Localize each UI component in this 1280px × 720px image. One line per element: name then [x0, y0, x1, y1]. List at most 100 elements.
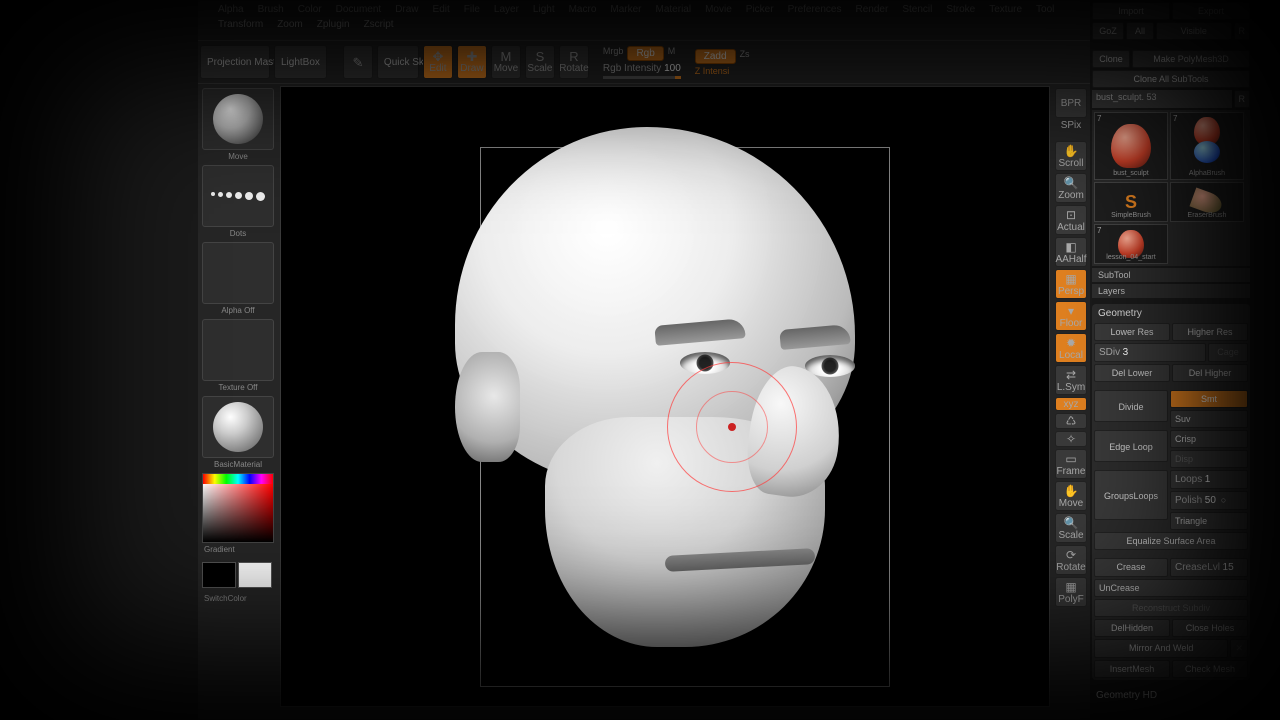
- menu-preferences[interactable]: Preferences: [788, 4, 842, 15]
- z-intensity-slider[interactable]: Z Intensi: [695, 66, 750, 76]
- gradient-label[interactable]: Gradient: [202, 545, 274, 554]
- nav-scale-button[interactable]: 🔍Scale: [1055, 513, 1087, 543]
- import-button[interactable]: Import: [1092, 2, 1170, 20]
- mrgb-toggle[interactable]: Mrgb: [603, 46, 624, 61]
- menu-color[interactable]: Color: [298, 4, 322, 15]
- menu-edit[interactable]: Edit: [433, 4, 450, 15]
- zoom-button[interactable]: 🔍Zoom: [1055, 173, 1087, 203]
- smt-toggle[interactable]: Smt: [1170, 390, 1248, 408]
- creaselvl-slider[interactable]: CreaseLvl 15: [1170, 558, 1248, 577]
- goz-visible-button[interactable]: Visible: [1156, 22, 1232, 40]
- menu-transform[interactable]: Transform: [218, 19, 263, 30]
- checkmesh-button[interactable]: Check Mesh: [1172, 660, 1248, 678]
- aahalf-button[interactable]: ◧AAHalf: [1055, 237, 1087, 267]
- menu-material[interactable]: Material: [656, 4, 692, 15]
- lower-res-button[interactable]: Lower Res: [1094, 323, 1170, 341]
- bpr-button[interactable]: BPR: [1055, 88, 1087, 118]
- rotate-button[interactable]: RRotate: [559, 45, 589, 79]
- menu-render[interactable]: Render: [856, 4, 889, 15]
- mirror-axis-icon[interactable]: ✕: [1230, 639, 1248, 658]
- reconstruct-button[interactable]: Reconstruct Subdiv: [1094, 599, 1248, 617]
- color-swatches[interactable]: [202, 562, 274, 588]
- zadd-toggle[interactable]: Zadd: [695, 49, 736, 64]
- clone-button[interactable]: Clone: [1092, 50, 1130, 68]
- material-thumb[interactable]: [202, 396, 274, 458]
- menu-brush[interactable]: Brush: [258, 4, 284, 15]
- stroke-thumb[interactable]: [202, 165, 274, 227]
- nav-move-button[interactable]: ✋Move: [1055, 481, 1087, 511]
- cage-toggle[interactable]: Cage: [1208, 343, 1248, 362]
- move-button[interactable]: MMove: [491, 45, 521, 79]
- quicksketch-button[interactable]: ✎: [343, 45, 373, 79]
- floor-button[interactable]: ▾Floor: [1055, 301, 1087, 331]
- brush-thumb[interactable]: [202, 88, 274, 150]
- higher-res-button[interactable]: Higher Res: [1172, 323, 1248, 341]
- lsym-button[interactable]: ⇄L.Sym: [1055, 365, 1087, 395]
- tool-thumb[interactable]: 7AlphaBrush: [1170, 112, 1244, 180]
- menu-layer[interactable]: Layer: [494, 4, 519, 15]
- tool-name[interactable]: bust_sculpt. 53: [1092, 90, 1232, 108]
- menu-light[interactable]: Light: [533, 4, 555, 15]
- uncrease-button[interactable]: UnCrease: [1094, 579, 1248, 597]
- tool-r-button[interactable]: R: [1234, 90, 1251, 108]
- menu-texture[interactable]: Texture: [989, 4, 1022, 15]
- menu-alpha[interactable]: Alpha: [218, 4, 244, 15]
- export-button[interactable]: Export: [1172, 2, 1250, 20]
- persp-button[interactable]: ▦Persp: [1055, 269, 1087, 299]
- loops-slider[interactable]: Loops 1: [1170, 470, 1248, 489]
- disp-slider[interactable]: Disp: [1170, 450, 1248, 468]
- color-picker[interactable]: [202, 473, 274, 543]
- geometry-title[interactable]: Geometry: [1094, 306, 1248, 321]
- actual-button[interactable]: ⊡Actual: [1055, 205, 1087, 235]
- edgeloop-button[interactable]: Edge Loop: [1094, 430, 1168, 462]
- make-polymesh-button[interactable]: Make PolyMesh3D: [1132, 50, 1250, 68]
- polyf-button[interactable]: ▦PolyF: [1055, 577, 1087, 607]
- menu-draw[interactable]: Draw: [395, 4, 418, 15]
- switchcolor-button[interactable]: SwitchColor: [202, 594, 274, 603]
- subtool-header[interactable]: SubTool: [1092, 268, 1250, 282]
- menu-document[interactable]: Document: [336, 4, 382, 15]
- closeholes-button[interactable]: Close Holes: [1172, 619, 1248, 637]
- tool-thumb[interactable]: SSimpleBrush: [1094, 182, 1168, 222]
- viewport[interactable]: [280, 86, 1050, 707]
- scale-button[interactable]: SScale: [525, 45, 555, 79]
- delhidden-button[interactable]: DelHidden: [1094, 619, 1170, 637]
- menu-marker[interactable]: Marker: [610, 4, 641, 15]
- zsub-toggle[interactable]: Zs: [740, 49, 750, 64]
- tool-thumb[interactable]: 7lesson_04_start: [1094, 224, 1168, 264]
- draw-button[interactable]: ✚Draw: [457, 45, 487, 79]
- goz-button[interactable]: GoZ: [1092, 22, 1124, 40]
- equalize-button[interactable]: Equalize Surface Area: [1094, 532, 1248, 550]
- layers-header[interactable]: Layers: [1092, 284, 1250, 298]
- crease-button[interactable]: Crease: [1094, 558, 1168, 577]
- menu-tool[interactable]: Tool: [1036, 4, 1054, 15]
- local-button[interactable]: ✹Local: [1055, 333, 1087, 363]
- geometry-hd-header[interactable]: Geometry HD: [1092, 688, 1250, 703]
- edit-button[interactable]: ✥Edit: [423, 45, 453, 79]
- texture-thumb[interactable]: [202, 319, 274, 381]
- quicksketch-label[interactable]: Quick Sketch: [377, 45, 419, 79]
- m-toggle[interactable]: M: [668, 46, 676, 61]
- menu-stencil[interactable]: Stencil: [902, 4, 932, 15]
- menu-zplugin[interactable]: Zplugin: [317, 19, 350, 30]
- sdiv-slider[interactable]: SDiv 3: [1094, 343, 1206, 362]
- lightbox-button[interactable]: LightBox: [274, 45, 327, 79]
- groupsloops-button[interactable]: GroupsLoops: [1094, 470, 1168, 520]
- frame-button[interactable]: ▭Frame: [1055, 449, 1087, 479]
- menu-zscript[interactable]: Zscript: [364, 19, 394, 30]
- spix-label[interactable]: SPix: [1061, 120, 1082, 131]
- rgb-toggle[interactable]: Rgb: [627, 46, 663, 61]
- xyz-button[interactable]: xyz: [1055, 397, 1087, 411]
- del-higher-button[interactable]: Del Higher: [1172, 364, 1248, 382]
- polish-slider[interactable]: Polish 50 ○: [1170, 491, 1248, 510]
- divide-button[interactable]: Divide: [1094, 390, 1168, 422]
- insertmesh-button[interactable]: InsertMesh: [1094, 660, 1170, 678]
- menu-picker[interactable]: Picker: [746, 4, 774, 15]
- rgb-intensity-slider[interactable]: Rgb Intensity 100: [603, 63, 681, 79]
- suv-toggle[interactable]: Suv: [1170, 410, 1248, 428]
- projection-master-button[interactable]: Projection Master: [200, 45, 270, 79]
- menu-movie[interactable]: Movie: [705, 4, 732, 15]
- menu-macro[interactable]: Macro: [569, 4, 597, 15]
- menu-file[interactable]: File: [464, 4, 480, 15]
- scroll-button[interactable]: ✋Scroll: [1055, 141, 1087, 171]
